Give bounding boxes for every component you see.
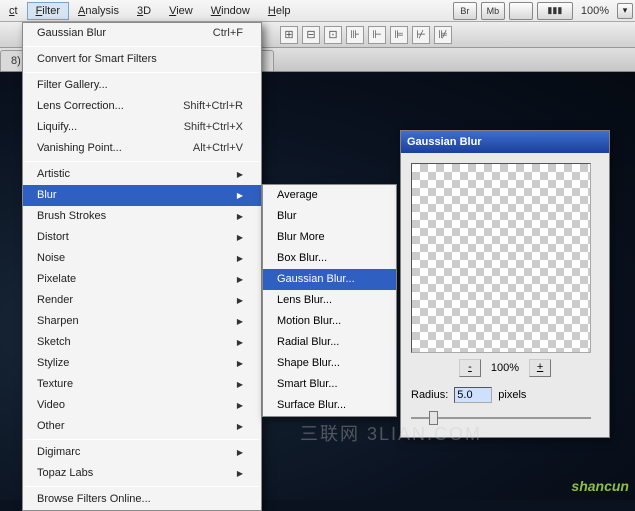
menu-item[interactable]: Convert for Smart Filters: [23, 49, 261, 70]
filter-menu: Gaussian BlurCtrl+F Convert for Smart Fil…: [22, 22, 262, 511]
menu-item[interactable]: Render: [23, 290, 261, 311]
align-icon[interactable]: ⊞: [280, 26, 298, 44]
menu-item[interactable]: Sketch: [23, 332, 261, 353]
zoom-dropdown[interactable]: ▾: [617, 3, 633, 19]
submenu-item[interactable]: Shape Blur...: [263, 353, 396, 374]
menu-window[interactable]: Window: [202, 2, 259, 20]
menu-item[interactable]: Other: [23, 416, 261, 437]
menu-item[interactable]: Lens Correction...Shift+Ctrl+R: [23, 96, 261, 117]
menu-item[interactable]: Pixelate: [23, 269, 261, 290]
submenu-item[interactable]: Blur: [263, 206, 396, 227]
radius-label: Radius:: [411, 389, 448, 401]
align-icon[interactable]: ⊫: [390, 26, 408, 44]
menu-item[interactable]: Sharpen: [23, 311, 261, 332]
menu-item[interactable]: Digimarc: [23, 442, 261, 463]
menu-item[interactable]: Topaz Labs: [23, 463, 261, 484]
arrange-button[interactable]: ▮▮▮: [537, 2, 573, 20]
toolbar-button[interactable]: Mb: [481, 2, 505, 20]
toolbar-button[interactable]: Br: [453, 2, 477, 20]
submenu-item[interactable]: Surface Blur...: [263, 395, 396, 416]
zoom-in-button[interactable]: +: [529, 359, 551, 377]
align-icon[interactable]: ⊬: [412, 26, 430, 44]
align-icon[interactable]: ⊡: [324, 26, 342, 44]
submenu-item[interactable]: Radial Blur...: [263, 332, 396, 353]
watermark-logo: shancun: [571, 478, 629, 494]
menu-item[interactable]: Artistic: [23, 164, 261, 185]
align-icon[interactable]: ⊪: [346, 26, 364, 44]
menu-item[interactable]: Vanishing Point...Alt+Ctrl+V: [23, 138, 261, 159]
zoom-out-button[interactable]: -: [459, 359, 481, 377]
zoom-display[interactable]: 100%: [581, 5, 609, 17]
submenu-item[interactable]: Average: [263, 185, 396, 206]
menu-item[interactable]: Gaussian BlurCtrl+F: [23, 23, 261, 44]
align-icon[interactable]: ⊯: [434, 26, 452, 44]
menu-item[interactable]: Liquify...Shift+Ctrl+X: [23, 117, 261, 138]
submenu-item[interactable]: Gaussian Blur...: [263, 269, 396, 290]
menu-item[interactable]: Blur: [23, 185, 261, 206]
zoom-value: 100%: [491, 362, 519, 374]
menu-item[interactable]: Filter Gallery...: [23, 75, 261, 96]
dialog-title: Gaussian Blur: [407, 136, 482, 148]
radius-unit: pixels: [498, 389, 526, 401]
blur-submenu: AverageBlurBlur MoreBox Blur...Gaussian …: [262, 184, 397, 417]
align-icon[interactable]: ⊩: [368, 26, 386, 44]
menu-filter[interactable]: Filter: [27, 2, 69, 20]
gaussian-blur-dialog: Gaussian Blur - 100% + Radius: pixels: [400, 130, 610, 438]
menu-ct[interactable]: ct: [0, 2, 27, 20]
menu-item[interactable]: Noise: [23, 248, 261, 269]
menu-item[interactable]: Video: [23, 395, 261, 416]
menu-item[interactable]: Stylize: [23, 353, 261, 374]
preview-area[interactable]: [411, 163, 591, 353]
menu-item[interactable]: Distort: [23, 227, 261, 248]
submenu-item[interactable]: Blur More: [263, 227, 396, 248]
menu-3d[interactable]: 3D: [128, 2, 160, 20]
menu-item[interactable]: Brush Strokes: [23, 206, 261, 227]
menu-view[interactable]: View: [160, 2, 202, 20]
align-icon[interactable]: ⊟: [302, 26, 320, 44]
menubar: ctFilterAnalysis3DViewWindowHelp BrMb ▮▮▮ 1…: [0, 0, 635, 22]
menu-item[interactable]: Texture: [23, 374, 261, 395]
submenu-item[interactable]: Box Blur...: [263, 248, 396, 269]
submenu-item[interactable]: Lens Blur...: [263, 290, 396, 311]
toolbar-button[interactable]: [509, 2, 533, 20]
menu-analysis[interactable]: Analysis: [69, 2, 128, 20]
watermark: 三联网 3LIAN.COM: [300, 420, 482, 446]
submenu-item[interactable]: Smart Blur...: [263, 374, 396, 395]
menu-help[interactable]: Help: [259, 2, 300, 20]
submenu-item[interactable]: Motion Blur...: [263, 311, 396, 332]
radius-input[interactable]: [454, 387, 492, 403]
dialog-titlebar[interactable]: Gaussian Blur: [401, 131, 609, 153]
